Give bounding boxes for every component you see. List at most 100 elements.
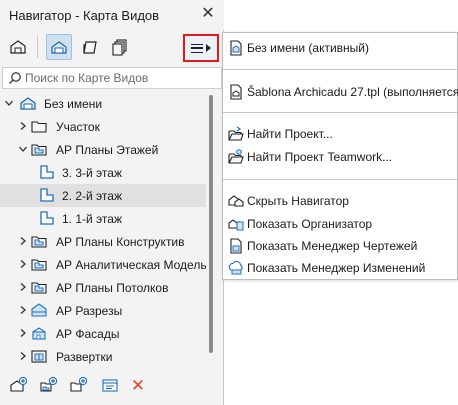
chevron-right-icon[interactable] (18, 305, 28, 315)
navigator-bottom-toolbar: ✕ (0, 370, 224, 400)
tree-item[interactable]: АР Разрезы (0, 299, 206, 322)
close-icon[interactable]: ✕ (200, 5, 216, 23)
folder-icon (30, 117, 48, 135)
new-folder-button[interactable] (66, 374, 90, 398)
new-folder-icon (69, 376, 88, 397)
tree-item-label: Развертки (56, 350, 113, 364)
search-icon (8, 72, 21, 85)
delete-button[interactable]: ✕ (126, 374, 150, 398)
menu-item[interactable]: Найти Проект Teamwork... (223, 146, 457, 168)
tree-item-label: 3. 3-й этаж (62, 166, 122, 180)
chevron-right-icon[interactable] (18, 282, 28, 292)
menu-separator (223, 179, 457, 180)
view-map-button[interactable] (46, 34, 72, 60)
new-view-icon (9, 376, 28, 397)
search-input[interactable] (25, 70, 215, 86)
change-manager-icon (227, 259, 245, 277)
publisher-sets-button[interactable] (107, 34, 133, 60)
menu-item-label: Найти Проект Teamwork... (247, 150, 393, 164)
menu-item-label: Показать Организатор (247, 217, 373, 231)
menu-item[interactable]: Показать Менеджер Изменений (223, 257, 457, 279)
project-file-icon (227, 39, 245, 57)
menu-item-label: Показать Менеджер Изменений (247, 261, 426, 275)
navigator-options-menu: Без имени (активный) Šablona Archicadu 27… (222, 32, 458, 280)
tree-item-label: АР Планы Этажей (56, 143, 159, 157)
tree-item-label: 1. 1-й этаж (62, 212, 122, 226)
hamburger-icon (191, 43, 203, 53)
layout-book-icon (83, 41, 97, 54)
menu-item[interactable]: Šablona Archicadu 27.tpl (выполняется) (223, 81, 458, 103)
drawing-manager-icon (227, 237, 245, 255)
chevron-right-icon[interactable] (18, 236, 28, 246)
layout-book-button[interactable] (77, 34, 103, 60)
tree-item[interactable]: АР Планы Конструктив (0, 230, 206, 253)
tree-item-label: АР Планы Потолков (56, 281, 169, 295)
tree-item-label: Без имени (44, 97, 103, 111)
sections-folder-icon (30, 301, 48, 319)
menu-item[interactable]: Скрыть Навигатор (223, 190, 457, 212)
clone-folder-icon (39, 376, 58, 397)
tree-item[interactable]: Участок (0, 115, 206, 138)
open-folder-icon (227, 125, 245, 143)
tree-item[interactable]: Без имени (0, 92, 206, 115)
project-icon (19, 94, 37, 112)
floor-plans-folder-icon (30, 232, 48, 250)
project-map-button[interactable] (5, 34, 31, 60)
open-teamwork-icon (227, 148, 245, 166)
publisher-sets-icon (112, 39, 127, 56)
window-title: Навигатор - Карта Видов (9, 8, 160, 23)
clone-folder-button[interactable] (36, 374, 60, 398)
settings-icon (101, 376, 119, 397)
tree-item-label: АР Фасады (56, 327, 120, 341)
tree-item-label: АР Аналитическая Модель (56, 258, 207, 272)
title-bar: Навигатор - Карта Видов ✕ (0, 0, 224, 30)
menu-item[interactable]: Показать Менеджер Чертежей (223, 235, 457, 257)
tree-item-label: Участок (56, 120, 100, 134)
elevations-folder-icon (30, 324, 48, 342)
hide-navigator-icon (227, 192, 245, 210)
floor-plans-folder-icon (30, 255, 48, 273)
interior-elevations-folder-icon (30, 347, 48, 365)
floor-plan-icon (38, 163, 56, 181)
menu-item[interactable]: Без имени (активный) (223, 37, 457, 59)
floor-plan-icon (38, 186, 56, 204)
new-view-button[interactable] (6, 374, 30, 398)
tree-item[interactable]: АР Аналитическая Модель (0, 253, 207, 276)
floor-plans-folder-icon (30, 140, 48, 158)
tree-scrollbar[interactable] (209, 95, 213, 353)
menu-separator (223, 112, 457, 113)
floor-plans-folder-icon (30, 278, 48, 296)
tree-item[interactable]: 2. 2-й этаж (0, 184, 206, 207)
tree-item-label: АР Разрезы (56, 304, 123, 318)
chevron-right-icon[interactable] (18, 259, 28, 269)
menu-separator (223, 69, 457, 70)
search-field[interactable] (2, 67, 222, 89)
menu-item[interactable]: Найти Проект... (223, 123, 457, 145)
menu-item-label: Найти Проект... (247, 127, 333, 141)
chevron-down-icon[interactable] (18, 144, 28, 154)
organizer-icon (227, 215, 245, 233)
chevron-right-icon[interactable] (18, 351, 28, 361)
menu-item[interactable]: Показать Организатор (223, 213, 457, 235)
tree-item[interactable]: АР Фасады (0, 322, 206, 345)
menu-item-label: Šablona Archicadu 27.tpl (выполняется) (247, 85, 458, 99)
navigator-options-menu-button[interactable] (183, 34, 219, 62)
tree-item[interactable]: 3. 3-й этаж (0, 161, 206, 184)
view-settings-button[interactable] (98, 374, 122, 398)
chevron-down-icon[interactable] (4, 98, 14, 108)
project-map-icon (10, 40, 26, 54)
tree-item[interactable]: 1. 1-й этаж (0, 207, 206, 230)
tree-item[interactable]: АР Планы Потолков (0, 276, 206, 299)
chevron-right-icon[interactable] (18, 121, 28, 131)
tree-item[interactable]: Развертки (0, 345, 206, 368)
tree-item-label: 2. 2-й этаж (62, 189, 122, 203)
tree-item[interactable]: АР Планы Этажей (0, 138, 206, 161)
menu-item-label: Показать Менеджер Чертежей (247, 239, 418, 253)
menu-item-label: Без имени (активный) (247, 41, 369, 55)
arrow-right-icon (206, 44, 211, 52)
template-file-icon (227, 83, 245, 101)
menu-item-label: Скрыть Навигатор (247, 194, 349, 208)
view-map-icon (51, 41, 67, 54)
chevron-right-icon[interactable] (18, 328, 28, 338)
floor-plan-icon (38, 209, 56, 227)
